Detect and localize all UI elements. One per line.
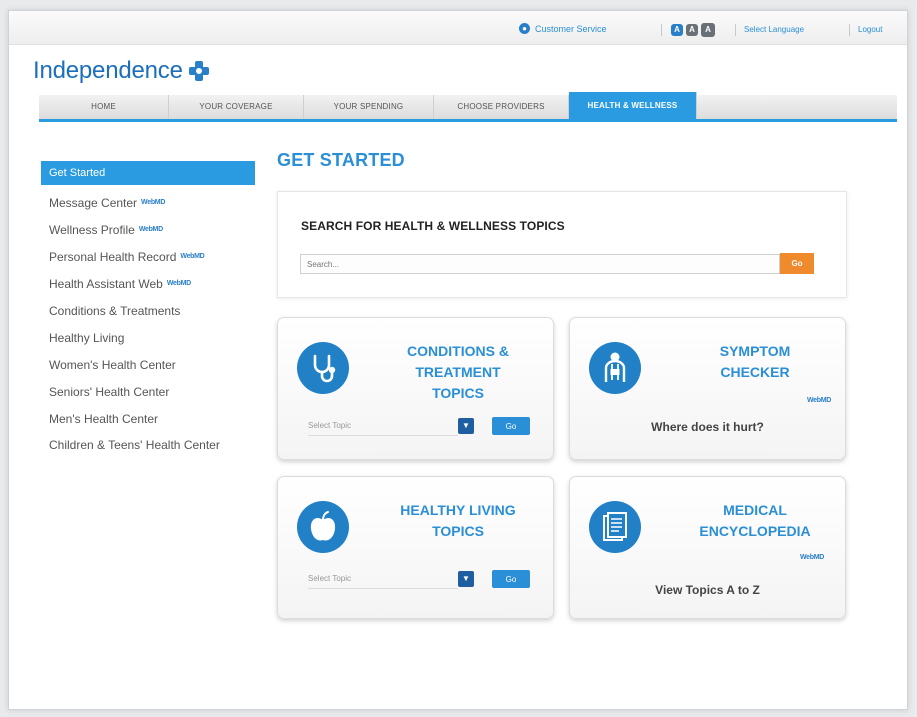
search-go-button[interactable]: Go: [780, 253, 814, 274]
webmd-logo: WebMD: [138, 226, 163, 233]
sidebar-item-get-started[interactable]: Get Started: [41, 161, 255, 185]
card-title: SYMPTOM CHECKER: [719, 343, 791, 380]
sidebar-item-label: Children & Teens' Health Center: [49, 438, 220, 452]
divider: [849, 24, 850, 36]
conditions-go-button[interactable]: Go: [492, 417, 530, 435]
blue-cross-icon: [188, 61, 209, 81]
conditions-treatment-card[interactable]: CONDITIONS & TREATMENT TOPICS Select Top…: [277, 317, 554, 460]
divider: [661, 24, 662, 36]
healthy-living-go-button[interactable]: Go: [492, 570, 530, 588]
sidebar-item-label: Men's Health Center: [49, 411, 159, 426]
divider: [735, 24, 736, 36]
tab-choose-providers[interactable]: CHOOSE PROVIDERS: [434, 95, 569, 119]
sidebar-item-label: Get Started: [49, 167, 106, 179]
sidebar-item-healthy-living[interactable]: Healthy Living: [41, 324, 255, 351]
sidebar-item-label: Healthy Living: [49, 330, 125, 345]
text-size-controls: A A A: [671, 23, 715, 37]
view-topics-link[interactable]: View Topics A to Z: [570, 583, 845, 597]
search-panel: SEARCH FOR HEALTH & WELLNESS TOPICS Go: [277, 191, 847, 298]
medical-encyclopedia-card[interactable]: MEDICAL ENCYCLOPEDIA WebMD View Topics A…: [569, 476, 846, 619]
stethoscope-icon: [297, 342, 349, 394]
page-container: ● Customer Service A A A Select Language…: [8, 10, 908, 710]
logout-link[interactable]: Logout: [858, 25, 882, 34]
sidebar-item-conditions-treatments[interactable]: Conditions & Treatments: [41, 297, 255, 324]
tab-home[interactable]: HOME: [39, 95, 169, 119]
encyclopedia-icon: [589, 501, 641, 553]
select-language-link[interactable]: Select Language: [744, 25, 804, 34]
chevron-down-icon[interactable]: ▼: [458, 418, 474, 434]
text-size-large-button[interactable]: A: [701, 23, 715, 37]
sidebar-item-label: Seniors' Health Center: [49, 384, 170, 399]
search-heading: SEARCH FOR HEALTH & WELLNESS TOPICS: [301, 219, 565, 233]
sidebar-item-children-teens-health-center[interactable]: Children & Teens' Health Center: [41, 432, 221, 454]
chevron-down-icon[interactable]: ▼: [458, 571, 474, 587]
sidebar-item-seniors-health-center[interactable]: Seniors' Health Center: [41, 378, 255, 405]
sidebar-item-label: Health Assistant Web: [49, 276, 163, 291]
webmd-logo: WebMD: [807, 397, 832, 404]
sidebar-item-label: Women's Health Center: [49, 357, 176, 372]
customer-service-icon: ●: [519, 23, 530, 34]
card-title: MEDICAL ENCYCLOPEDIA: [699, 502, 811, 539]
sidebar-item-label: Personal Health Record: [49, 249, 177, 264]
tab-your-spending[interactable]: YOUR SPENDING: [304, 95, 434, 119]
sidebar-item-label: Wellness Profile: [49, 222, 135, 237]
card-title: HEALTHY LIVING TOPICS: [400, 502, 516, 539]
page-title: GET STARTED: [277, 150, 405, 170]
sidebar-item-message-center[interactable]: Message Center WebMD: [41, 189, 255, 216]
sidebar-item-health-assistant-web[interactable]: Health Assistant Web WebMD: [41, 270, 255, 297]
brand-logo[interactable]: Independence: [33, 57, 209, 85]
sidebar-item-label: Conditions & Treatments: [49, 303, 181, 318]
sidebar-item-label: Message Center: [49, 195, 138, 210]
webmd-logo: WebMD: [180, 253, 205, 260]
webmd-logo: WebMD: [166, 280, 191, 287]
sidebar-item-mens-health-center[interactable]: Men's Health Center: [41, 405, 255, 432]
sidebar: Get Started Message Center WebMD Wellnes…: [41, 161, 255, 454]
symptom-checker-link[interactable]: Where does it hurt?: [570, 420, 845, 434]
sidebar-item-wellness-profile[interactable]: Wellness Profile WebMD: [41, 216, 255, 243]
sidebar-item-womens-health-center[interactable]: Women's Health Center: [41, 351, 255, 378]
tab-your-coverage[interactable]: YOUR COVERAGE: [169, 95, 304, 119]
main-nav: HOME YOUR COVERAGE YOUR SPENDING CHOOSE …: [39, 92, 897, 122]
healthy-living-card[interactable]: HEALTHY LIVING TOPICS Select Topic ▼ Go: [277, 476, 554, 619]
customer-service-link[interactable]: ● Customer Service: [519, 23, 607, 34]
webmd-logo: WebMD: [141, 199, 166, 206]
symptom-checker-card[interactable]: SYMPTOM CHECKER WebMD Where does it hurt…: [569, 317, 846, 460]
sidebar-item-personal-health-record[interactable]: Personal Health Record WebMD: [41, 243, 255, 270]
utility-bar: ● Customer Service A A A Select Language…: [9, 11, 907, 45]
customer-service-label: Customer Service: [535, 23, 607, 34]
webmd-logo: WebMD: [800, 554, 825, 561]
conditions-topic-select[interactable]: Select Topic: [308, 416, 458, 436]
text-size-medium-button[interactable]: A: [686, 24, 698, 36]
healthy-living-topic-select[interactable]: Select Topic: [308, 569, 458, 589]
card-title: CONDITIONS & TREATMENT TOPICS: [407, 343, 509, 401]
logo-text: Independence: [33, 57, 183, 84]
tab-health-wellness[interactable]: HEALTH & WELLNESS: [569, 92, 697, 119]
apple-icon: [297, 501, 349, 553]
text-size-small-button[interactable]: A: [671, 24, 683, 36]
search-input[interactable]: [300, 254, 780, 274]
body-icon: [589, 342, 641, 394]
